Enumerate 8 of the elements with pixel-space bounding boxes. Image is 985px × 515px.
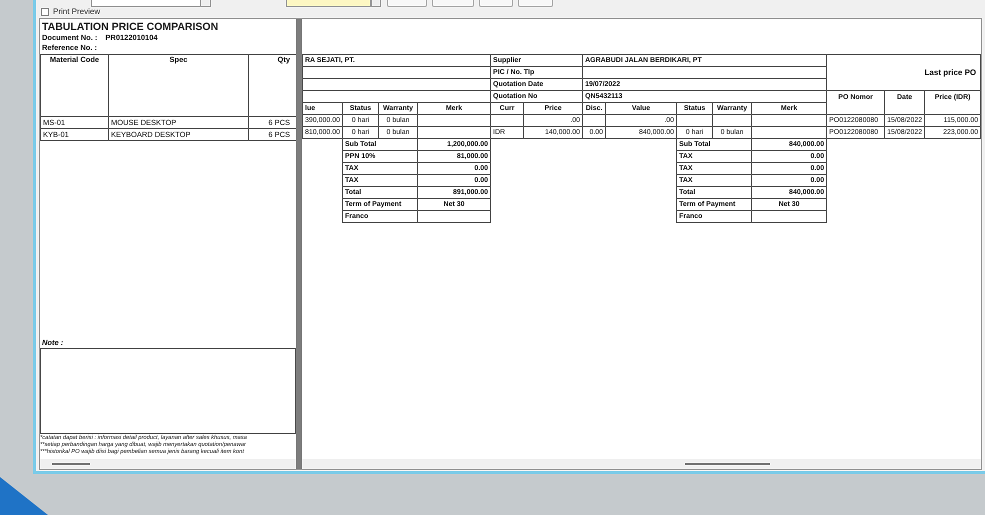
section-title: Last price PO [826,54,981,90]
report-title: TABULATION PRICE COMPARISON [42,21,220,33]
checkbox-label[interactable]: Print Preview [53,8,100,16]
corner-decoration-drawing [0,477,48,515]
note-box[interactable] [40,348,296,434]
print-preview-checkbox[interactable] [41,8,49,16]
scrollbar-thumb[interactable] [52,463,90,465]
scrollbar-thumb[interactable] [685,463,770,465]
